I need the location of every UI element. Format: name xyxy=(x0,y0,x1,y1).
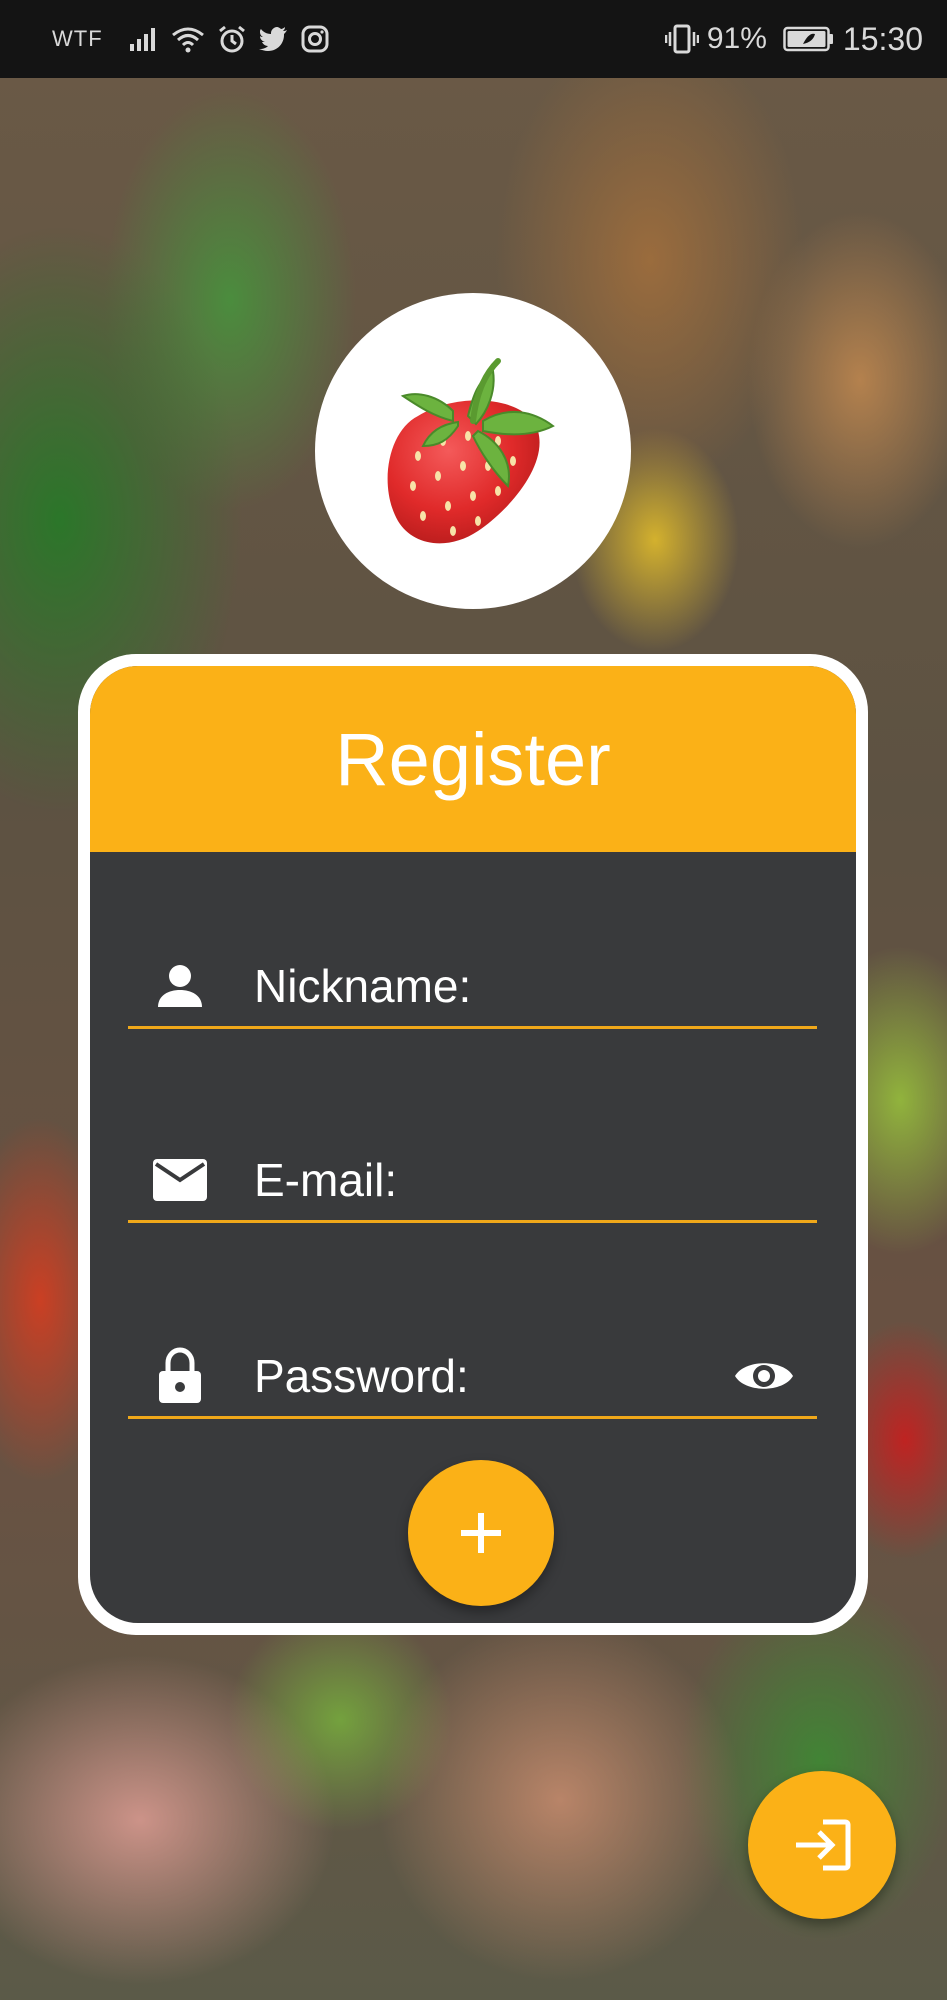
twitter-icon xyxy=(258,26,289,52)
battery-icon xyxy=(783,26,835,52)
login-icon xyxy=(796,1819,851,1871)
alarm-icon xyxy=(217,24,247,54)
battery-percent: 91% xyxy=(706,22,767,55)
register-card-body: Register Nickname: E-mail: Password: xyxy=(90,666,856,1623)
app-logo xyxy=(315,293,631,609)
signal-icon xyxy=(129,26,159,52)
mail-icon xyxy=(150,1150,210,1210)
email-field[interactable]: E-mail: xyxy=(128,1140,817,1223)
strawberry-icon xyxy=(387,358,555,544)
vibrate-icon xyxy=(664,24,699,54)
status-bar-left: WTF xyxy=(52,24,329,54)
email-label: E-mail: xyxy=(254,1154,398,1206)
person-icon xyxy=(150,956,210,1016)
carrier-name: WTF xyxy=(52,26,103,51)
status-bar: WTF 91% 15:30 xyxy=(0,0,947,78)
eye-icon[interactable] xyxy=(731,1346,797,1406)
nickname-label: Nickname: xyxy=(254,960,472,1012)
password-field[interactable]: Password: xyxy=(128,1336,817,1419)
wifi-icon xyxy=(171,25,205,53)
login-button[interactable] xyxy=(748,1771,896,1919)
status-bar-right: 91% 15:30 xyxy=(664,20,923,58)
nickname-field[interactable]: Nickname: xyxy=(128,946,817,1029)
app-screen: WTF 91% 15:30 Register Nickname: E-mail:… xyxy=(0,0,947,2000)
plus-icon xyxy=(461,1513,501,1553)
register-add-button[interactable] xyxy=(408,1460,554,1606)
instagram-icon xyxy=(301,25,329,53)
lock-icon xyxy=(150,1346,210,1406)
register-title: Register xyxy=(335,717,611,801)
clock-time: 15:30 xyxy=(842,20,923,57)
register-card: Register Nickname: E-mail: Password: xyxy=(78,654,868,1635)
password-label: Password: xyxy=(254,1350,469,1402)
register-card-header: Register xyxy=(90,666,856,852)
